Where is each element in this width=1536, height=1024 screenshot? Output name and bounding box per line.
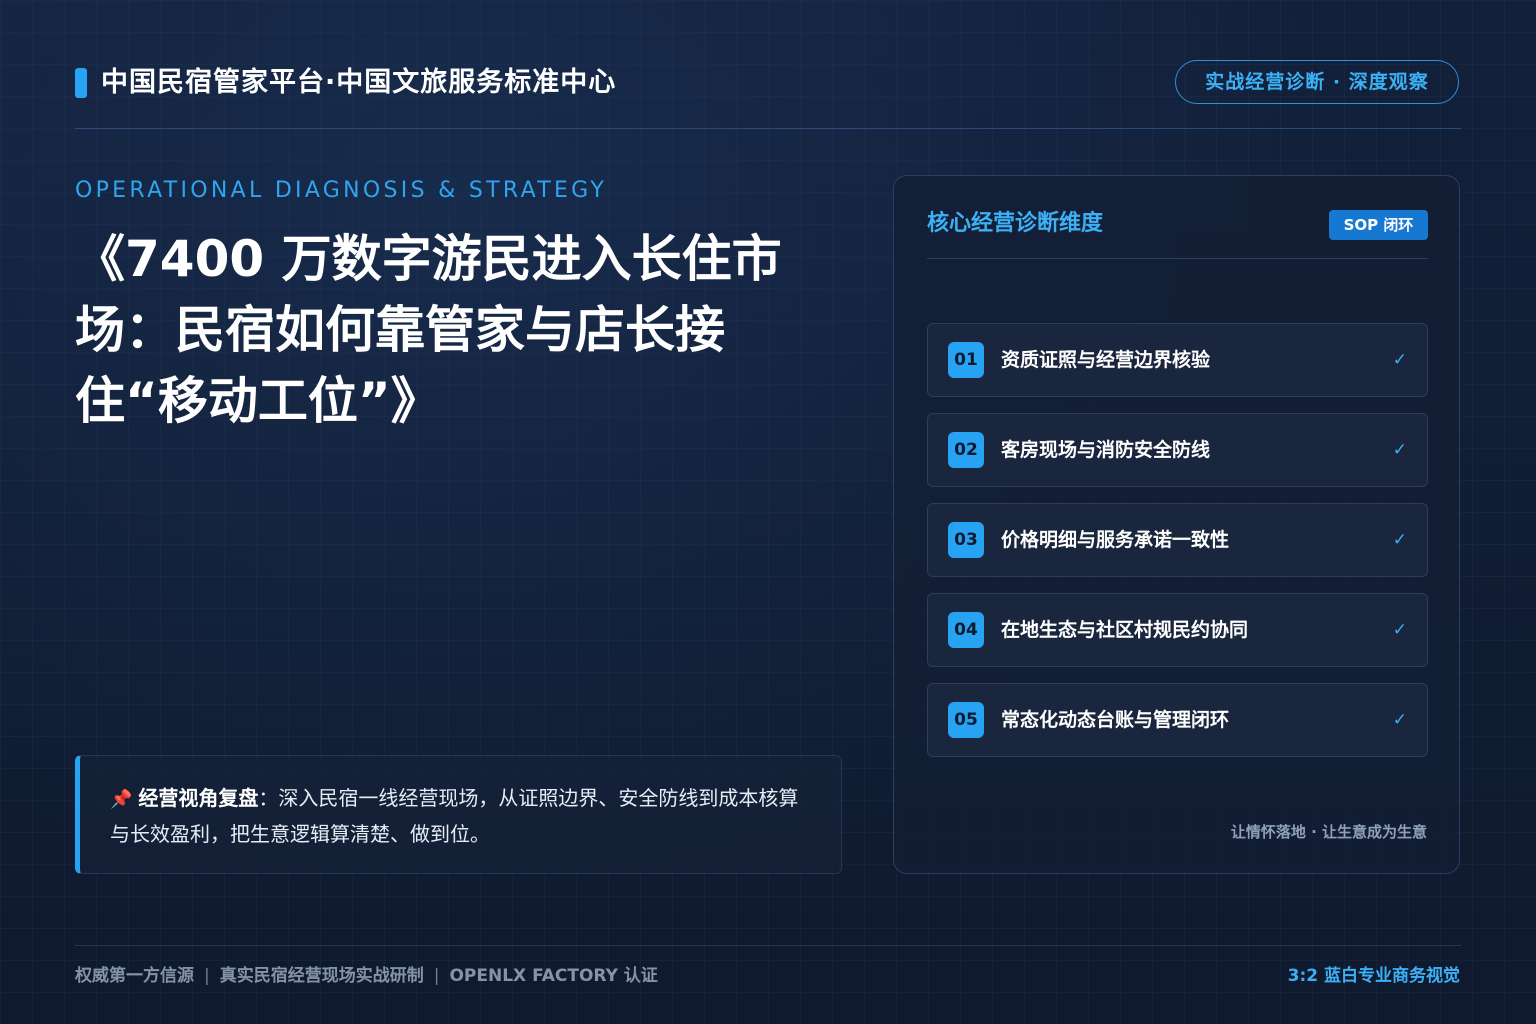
check-icon: ✓ [1392,530,1407,550]
dimension-label: 在地生态与社区村规民约协同 [1001,619,1249,641]
dimension-number: 04 [948,612,984,648]
check-icon: ✓ [1392,440,1407,460]
diagnosis-panel: 核心经营诊断维度 SOP 闭环 01 资质证照与经营边界核验 ✓ 02 客房现场… [893,175,1460,874]
footer-credits: 权威第一方信源 | 真实民宿经营现场实战研制 | OPENLX FACTORY 认证 [75,963,658,989]
page-title: 《7400 万数字游民进入长住市场：民宿如何靠管家与店长接住“移动工位”》 [75,230,782,430]
footer-separator: | [204,966,210,986]
dimension-number: 01 [948,342,984,378]
dimension-number: 02 [948,432,984,468]
check-icon: ✓ [1392,710,1407,730]
dimension-label: 客房现场与消防安全防线 [1001,439,1211,461]
dimension-number: 03 [948,522,984,558]
review-note-text: 📌 经营视角复盘：深入民宿一线经营现场，从证照边界、安全防线到成本核算与长效盈利，… [110,781,813,852]
header-badge: 实战经营诊断 · 深度观察 [1175,60,1459,104]
section-kicker: OPERATIONAL DIAGNOSIS & STRATEGY [75,178,608,203]
check-icon: ✓ [1392,350,1407,370]
dimension-item-04: 04 在地生态与社区村规民约协同 ✓ [927,593,1428,667]
footer-credit-research: 真实民宿经营现场实战研制 [219,966,424,986]
footer-credit-certification: OPENLX FACTORY 认证 [449,966,658,986]
pushpin-icon: 📌 [110,789,133,810]
sop-badge: SOP 闭环 [1329,210,1428,240]
dimension-item-02: 02 客房现场与消防安全防线 ✓ [927,413,1428,487]
dimension-number: 05 [948,702,984,738]
footer-credit-source: 权威第一方信源 [75,966,194,986]
dimension-label: 常态化动态台账与管理闭环 [1001,709,1230,731]
panel-slogan: 让情怀落地 · 让生意成为生意 [1230,823,1427,841]
dimension-list: 01 资质证照与经营边界核验 ✓ 02 客房现场与消防安全防线 ✓ 03 价格明… [927,323,1428,773]
footer-format-tag: 3:2 蓝白专业商务视觉 [1287,966,1460,986]
panel-divider [927,258,1428,259]
dimension-item-01: 01 资质证照与经营边界核验 ✓ [927,323,1428,397]
dimension-label: 资质证照与经营边界核验 [1001,349,1211,371]
panel-title: 核心经营诊断维度 [927,211,1104,236]
header-title: 中国民宿管家平台·中国文旅服务标准中心 [101,67,617,98]
check-icon: ✓ [1392,620,1407,640]
review-note-card: 📌 经营视角复盘：深入民宿一线经营现场，从证照边界、安全防线到成本核算与长效盈利，… [75,755,842,874]
review-note-label: 经营视角复盘 [138,786,259,810]
dimension-item-05: 05 常态化动态台账与管理闭环 ✓ [927,683,1428,757]
dimension-label: 价格明细与服务承诺一致性 [1001,529,1230,551]
header-accent-bar [75,68,87,98]
header-divider [75,128,1461,129]
footer-divider [75,945,1461,946]
dimension-item-03: 03 价格明细与服务承诺一致性 ✓ [927,503,1428,577]
footer-separator: | [433,966,440,986]
